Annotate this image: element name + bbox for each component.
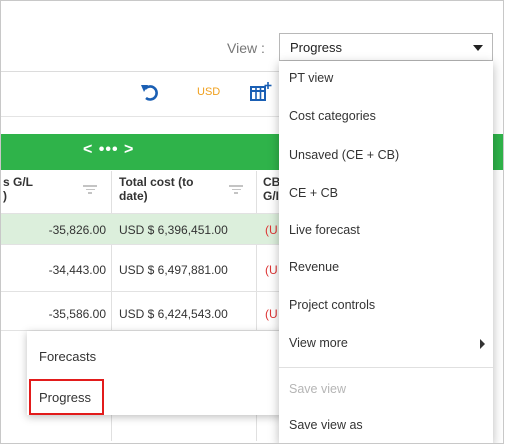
app-frame: View : Progress USD < ••• > s G/L ) Tota… — [0, 0, 504, 444]
divider — [1, 71, 287, 72]
filter-icon[interactable] — [229, 185, 243, 195]
chevron-down-icon — [473, 45, 483, 51]
undo-icon[interactable] — [139, 82, 161, 102]
cell-gl: -35,826.00 — [48, 223, 106, 237]
dropdown-item-revenue[interactable]: Revenue — [289, 260, 339, 274]
dropdown-item-view-more[interactable]: View more — [289, 336, 348, 350]
dropdown-item-ce-cb[interactable]: CE + CB — [289, 186, 338, 200]
cell-cb: (U — [265, 263, 278, 277]
highlight-box — [29, 379, 104, 415]
dropdown-item-save-view: Save view — [289, 382, 346, 396]
filter-icon[interactable] — [83, 185, 97, 195]
dropdown-divider — [279, 367, 493, 368]
dropdown-item-pt-view[interactable]: PT view — [289, 71, 333, 85]
column-header-label: date) — [119, 189, 148, 203]
chevron-right-icon — [480, 339, 485, 349]
row-divider — [1, 244, 287, 245]
column-header-total-cost[interactable]: Total cost (to date) — [119, 175, 193, 203]
column-header-label: Total cost (to — [119, 175, 194, 189]
column-header-label: ) — [3, 189, 7, 203]
dropdown-item-project-controls[interactable]: Project controls — [289, 298, 375, 312]
view-dropdown-menu: PT view Cost categories Unsaved (CE + CB… — [279, 61, 493, 443]
column-header-label: s G/L — [3, 175, 34, 189]
dropdown-item-live-forecast[interactable]: Live forecast — [289, 223, 360, 237]
cell-cb: (U — [265, 307, 278, 321]
cell-total-cost: USD $ 6,424,543.00 — [119, 307, 228, 321]
view-select-value: Progress — [290, 40, 343, 55]
divider — [1, 116, 287, 117]
dropdown-item-cost-categories[interactable]: Cost categories — [289, 109, 376, 123]
cell-total-cost: USD $ 6,497,881.00 — [119, 263, 228, 277]
currency-toggle[interactable]: USD — [197, 86, 220, 98]
cell-cb: (U — [265, 223, 278, 237]
column-header-label: G/I — [263, 189, 280, 203]
dropdown-item-save-view-as[interactable]: Save view as — [289, 418, 363, 432]
view-select[interactable]: Progress — [279, 33, 493, 61]
view-label: View : — [227, 40, 265, 56]
cell-total-cost: USD $ 6,396,451.00 — [119, 223, 228, 237]
column-pager[interactable]: < ••• > — [83, 141, 134, 159]
cell-gl: -34,443.00 — [48, 263, 106, 277]
column-header-cb[interactable]: CB G/I — [263, 175, 280, 203]
dropdown-item-unsaved[interactable]: Unsaved (CE + CB) — [289, 148, 399, 162]
column-header-gl[interactable]: s G/L ) — [3, 175, 33, 203]
cell-gl: -35,586.00 — [48, 307, 106, 321]
column-header-label: CB — [263, 175, 281, 189]
row-divider — [1, 291, 287, 292]
menu-item-forecasts[interactable]: Forecasts — [39, 349, 96, 364]
add-column-icon[interactable] — [250, 81, 272, 103]
